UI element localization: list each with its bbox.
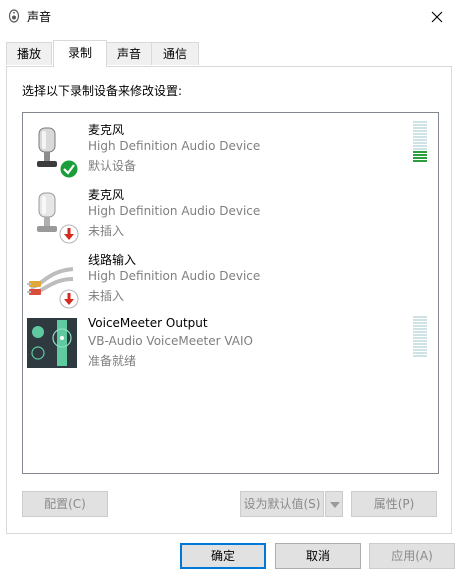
device-name: VoiceMeeter Output (88, 316, 208, 330)
level-meter-segment (413, 151, 427, 153)
set-default-dropdown-button[interactable] (325, 491, 343, 517)
title-bar: 声音 (0, 0, 460, 32)
tab-sounds[interactable]: 声音 (106, 42, 152, 65)
apply-button[interactable]: 应用(A) (369, 543, 455, 569)
level-meter-segment (413, 139, 427, 141)
level-meter-segment (413, 325, 427, 327)
device-description: High Definition Audio Device (88, 139, 261, 153)
level-meter-segment (413, 133, 427, 135)
level-meter-segment (413, 352, 427, 354)
level-meter-segment (413, 316, 427, 318)
level-meter-segment (413, 136, 427, 138)
level-meter-segment (413, 154, 427, 156)
set-default-button[interactable]: 设为默认值(S) (240, 491, 324, 517)
level-meter-segment (413, 322, 427, 324)
device-name: 线路输入 (88, 253, 137, 267)
level-meter-segment (413, 121, 427, 123)
level-meter-segment (413, 142, 427, 144)
device-item[interactable]: 麦克风 High Definition Audio Device 默认设备 (23, 115, 438, 180)
default-check-icon (59, 159, 79, 182)
speaker-icon (8, 9, 20, 23)
device-name: 麦克风 (88, 123, 125, 137)
voicemeeter-icon (27, 318, 79, 370)
device-status: 未插入 (88, 224, 125, 238)
window-title: 声音 (27, 10, 52, 24)
level-meter-segment (413, 328, 427, 330)
device-status: 准备就绪 (88, 354, 137, 368)
ok-button[interactable]: 确定 (180, 543, 266, 569)
level-meter-segment (413, 127, 427, 129)
device-status: 未插入 (88, 289, 125, 303)
tab-playback[interactable]: 播放 (6, 42, 52, 65)
level-meter-segment (413, 331, 427, 333)
level-meter-segment (413, 349, 427, 351)
device-name: 麦克风 (88, 188, 125, 202)
level-meter-segment (413, 319, 427, 321)
level-meter-segment (413, 130, 427, 132)
configure-button[interactable]: 配置(C) (22, 491, 108, 517)
level-meter-segment (413, 157, 427, 159)
close-icon (431, 11, 443, 22)
level-meter (413, 121, 427, 163)
device-item[interactable]: 线路输入 High Definition Audio Device 未插入 (23, 245, 438, 310)
tab-recording[interactable]: 录制 (53, 40, 107, 67)
device-status: 默认设备 (88, 159, 137, 173)
properties-button[interactable]: 属性(P) (351, 491, 437, 517)
level-meter (413, 316, 427, 358)
unplugged-arrow-icon (59, 289, 79, 312)
level-meter-segment (413, 160, 427, 162)
device-description: High Definition Audio Device (88, 269, 261, 283)
level-meter-segment (413, 337, 427, 339)
close-button[interactable] (414, 0, 460, 32)
level-meter-segment (413, 124, 427, 126)
level-meter-segment (413, 148, 427, 150)
cancel-button[interactable]: 取消 (275, 543, 361, 569)
device-item[interactable]: 麦克风 High Definition Audio Device 未插入 (23, 180, 438, 245)
level-meter-segment (413, 334, 427, 336)
level-meter-segment (413, 355, 427, 357)
device-description: High Definition Audio Device (88, 204, 261, 218)
level-meter-segment (413, 343, 427, 345)
device-item[interactable]: VoiceMeeter Output VB-Audio VoiceMeeter … (23, 310, 438, 375)
level-meter-segment (413, 346, 427, 348)
chevron-down-icon (330, 502, 340, 508)
level-meter-segment (413, 340, 427, 342)
level-meter-segment (413, 145, 427, 147)
tab-communications[interactable]: 通信 (151, 42, 199, 65)
instruction-text: 选择以下录制设备来修改设置: (22, 84, 183, 98)
device-description: VB-Audio VoiceMeeter VAIO (88, 334, 253, 348)
device-list[interactable]: 麦克风 High Definition Audio Device 默认设备 麦克… (22, 112, 439, 474)
unplugged-arrow-icon (59, 224, 79, 247)
